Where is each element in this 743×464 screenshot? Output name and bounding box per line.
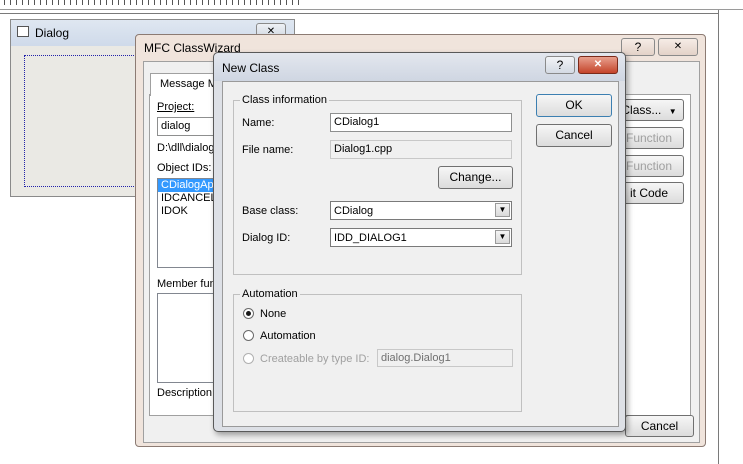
radio-none[interactable] [243,308,254,319]
ruler-tick [280,0,281,5]
wizard-help-button[interactable]: ? [621,38,655,56]
base-class-combo[interactable]: CDialog ▼ [330,201,512,220]
class-information-group: Class information Name: CDialog1 File na… [233,94,522,275]
ruler-tick [112,0,113,5]
radio-createable-label: Createable by type ID: [260,353,370,365]
ruler-tick [208,0,209,5]
project-label: Project: [157,101,195,113]
ruler-tick [16,0,17,5]
file-name-label: File name: [242,144,294,156]
dialog-id-combo[interactable]: IDD_DIALOG1 ▼ [330,228,512,247]
dialog-id-label: Dialog ID: [242,232,291,244]
chevron-down-icon[interactable]: ▼ [495,203,510,217]
ruler-tick [160,0,161,5]
ruler-tick [22,0,23,5]
new-class-dialog[interactable]: New Class ? ✕ Class information Name: CD… [213,52,626,432]
ruler-tick [34,0,35,5]
ruler-tick [274,0,275,5]
base-class-label: Base class: [242,205,299,217]
ruler-tick [124,0,125,5]
ruler-tick [154,0,155,5]
ruler-tick [130,0,131,5]
designer-top-guide [0,13,719,14]
ruler [0,0,743,10]
chevron-down-icon[interactable]: ▼ [495,230,510,244]
ruler-tick [70,0,71,5]
ruler-tick [28,0,29,5]
ruler-tick [226,0,227,5]
new-class-client-area: Class information Name: CDialog1 File na… [222,81,619,427]
ruler-tick [82,0,83,5]
dialog-template-title: Dialog [35,26,70,40]
ruler-tick [100,0,101,5]
new-class-title: New Class [222,61,280,75]
ruler-tick [244,0,245,5]
cancel-button[interactable]: Cancel [536,124,612,147]
ruler-tick [214,0,215,5]
ruler-tick [136,0,137,5]
change-button[interactable]: Change... [438,166,513,189]
ruler-tick [58,0,59,5]
ruler-tick [106,0,107,5]
ruler-tick [94,0,95,5]
ruler-tick [76,0,77,5]
dialog-id-value: IDD_DIALOG1 [334,232,407,244]
ruler-tick [238,0,239,5]
new-class-titlebar: New Class ? ✕ [214,53,625,81]
ruler-tick [4,0,5,5]
description-label: Description: [157,387,216,399]
ruler-tick [292,0,293,5]
member-functions-label: Member fun [157,278,216,290]
wizard-close-button[interactable]: ✕ [658,38,698,56]
ruler-tick [148,0,149,5]
ruler-tick [220,0,221,5]
radio-createable[interactable] [243,353,254,364]
ruler-tick [256,0,257,5]
ruler-tick [88,0,89,5]
ruler-tick [286,0,287,5]
radio-none-label[interactable]: None [260,308,286,320]
ruler-tick [184,0,185,5]
ruler-tick [268,0,269,5]
ruler-tick [196,0,197,5]
file-name-value: Dialog1.cpp [330,140,512,159]
object-ids-label: Object IDs: [157,162,212,174]
ruler-tick [232,0,233,5]
automation-legend: Automation [240,288,300,300]
ruler-tick [52,0,53,5]
name-input[interactable]: CDialog1 [330,113,512,132]
name-label: Name: [242,117,275,129]
ruler-tick [166,0,167,5]
new-class-close-button[interactable]: ✕ [578,56,618,74]
dropdown-arrow-icon: ▼ [668,107,677,116]
base-class-value: CDialog [334,205,374,217]
designer-right-guide [718,10,719,464]
ok-button[interactable]: OK [536,94,612,117]
ruler-tick [46,0,47,5]
new-class-help-button[interactable]: ? [545,56,575,74]
project-path: D:\dll\dialog [157,142,215,154]
ruler-tick [142,0,143,5]
ruler-tick [40,0,41,5]
ruler-tick [190,0,191,5]
ruler-tick [118,0,119,5]
automation-group: Automation None Automation Createable by… [233,288,522,412]
ruler-tick [172,0,173,5]
radio-automation-label[interactable]: Automation [260,330,316,342]
ruler-tick [64,0,65,5]
ruler-tick [250,0,251,5]
radio-automation[interactable] [243,330,254,341]
class-information-legend: Class information [240,94,329,106]
wizard-cancel-button[interactable]: Cancel [625,415,694,437]
dialog-icon [17,26,29,37]
ruler-tick [298,0,299,5]
add-class-button-label: Class... [621,103,662,117]
ruler-tick [262,0,263,5]
ruler-tick [202,0,203,5]
ruler-tick [178,0,179,5]
tab-message-maps-label: Message M [160,78,217,90]
type-id-input: dialog.Dialog1 [377,349,513,367]
ruler-tick [10,0,11,5]
